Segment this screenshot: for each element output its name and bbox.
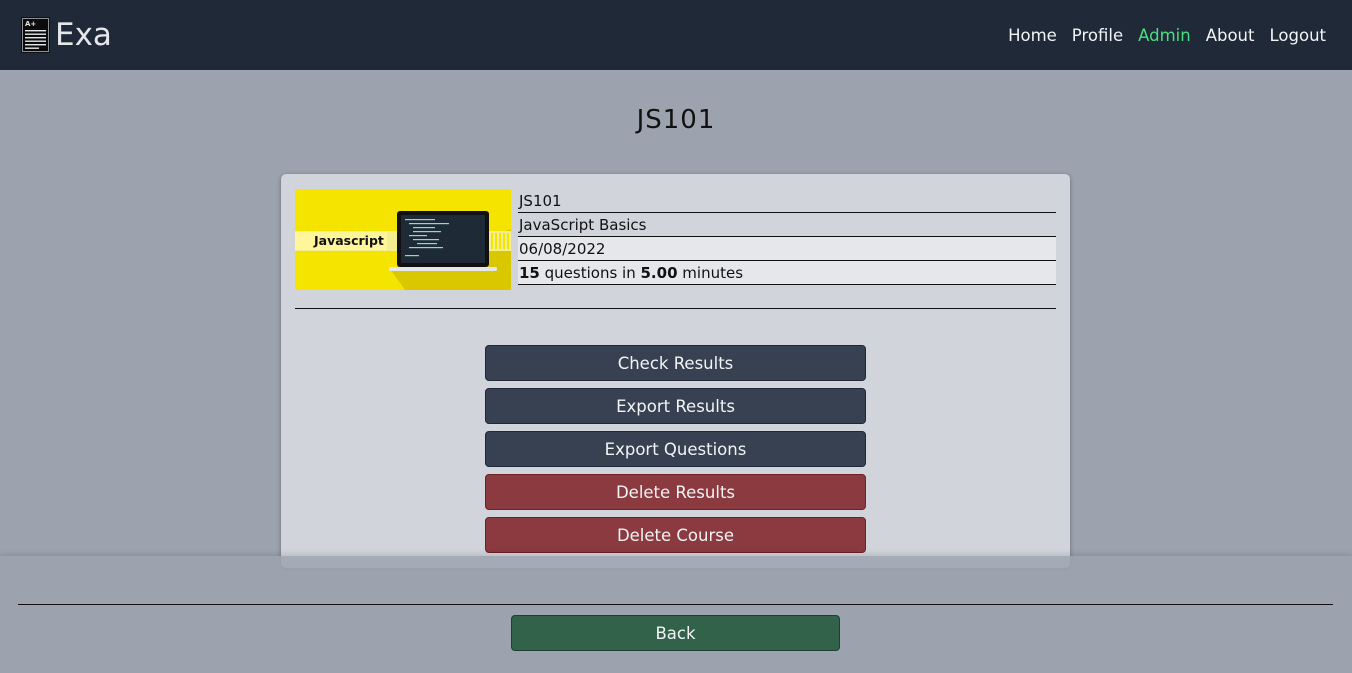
- course-date: 06/08/2022: [518, 237, 1056, 261]
- course-code: JS101: [518, 189, 1056, 213]
- nav-links: Home Profile Admin About Logout: [1008, 26, 1326, 45]
- course-summary: 15 questions in 5.00 minutes: [518, 261, 1056, 285]
- course-actions: Check Results Export Results Export Ques…: [485, 345, 866, 553]
- course-thumbnail: Javascript: [295, 189, 511, 290]
- bottom-divider: [18, 604, 1333, 605]
- course-name: JavaScript Basics: [518, 213, 1056, 237]
- nav-link-profile[interactable]: Profile: [1072, 26, 1123, 45]
- nav-link-admin[interactable]: Admin: [1138, 26, 1191, 45]
- check-results-button[interactable]: Check Results: [485, 345, 866, 381]
- bottom-bar: Back: [0, 556, 1352, 673]
- course-card: Javascript JS101 JavaScript Basics 06/08…: [281, 174, 1070, 568]
- nav-link-logout[interactable]: Logout: [1270, 26, 1327, 45]
- questions-in-text: questions in: [544, 264, 636, 282]
- delete-results-button[interactable]: Delete Results: [485, 474, 866, 510]
- back-button[interactable]: Back: [511, 615, 840, 651]
- exam-paper-icon: A+: [21, 17, 50, 53]
- duration-value: 5.00: [640, 264, 678, 282]
- nav-link-home[interactable]: Home: [1008, 26, 1057, 45]
- question-count: 15: [519, 264, 540, 282]
- card-divider: [295, 308, 1056, 309]
- page-title: JS101: [636, 105, 716, 135]
- duration-unit: minutes: [682, 264, 744, 282]
- navbar: A+ Exa Home Profile Admin About Logout: [0, 0, 1352, 70]
- nav-link-about[interactable]: About: [1206, 26, 1255, 45]
- brand-name: Exa: [55, 17, 112, 53]
- export-questions-button[interactable]: Export Questions: [485, 431, 866, 467]
- thumbnail-label: Javascript: [313, 233, 384, 248]
- course-info: JS101 JavaScript Basics 06/08/2022 15 qu…: [518, 189, 1056, 285]
- export-results-button[interactable]: Export Results: [485, 388, 866, 424]
- brand[interactable]: A+ Exa: [21, 17, 112, 53]
- svg-text:A+: A+: [25, 20, 36, 28]
- delete-course-button[interactable]: Delete Course: [485, 517, 866, 553]
